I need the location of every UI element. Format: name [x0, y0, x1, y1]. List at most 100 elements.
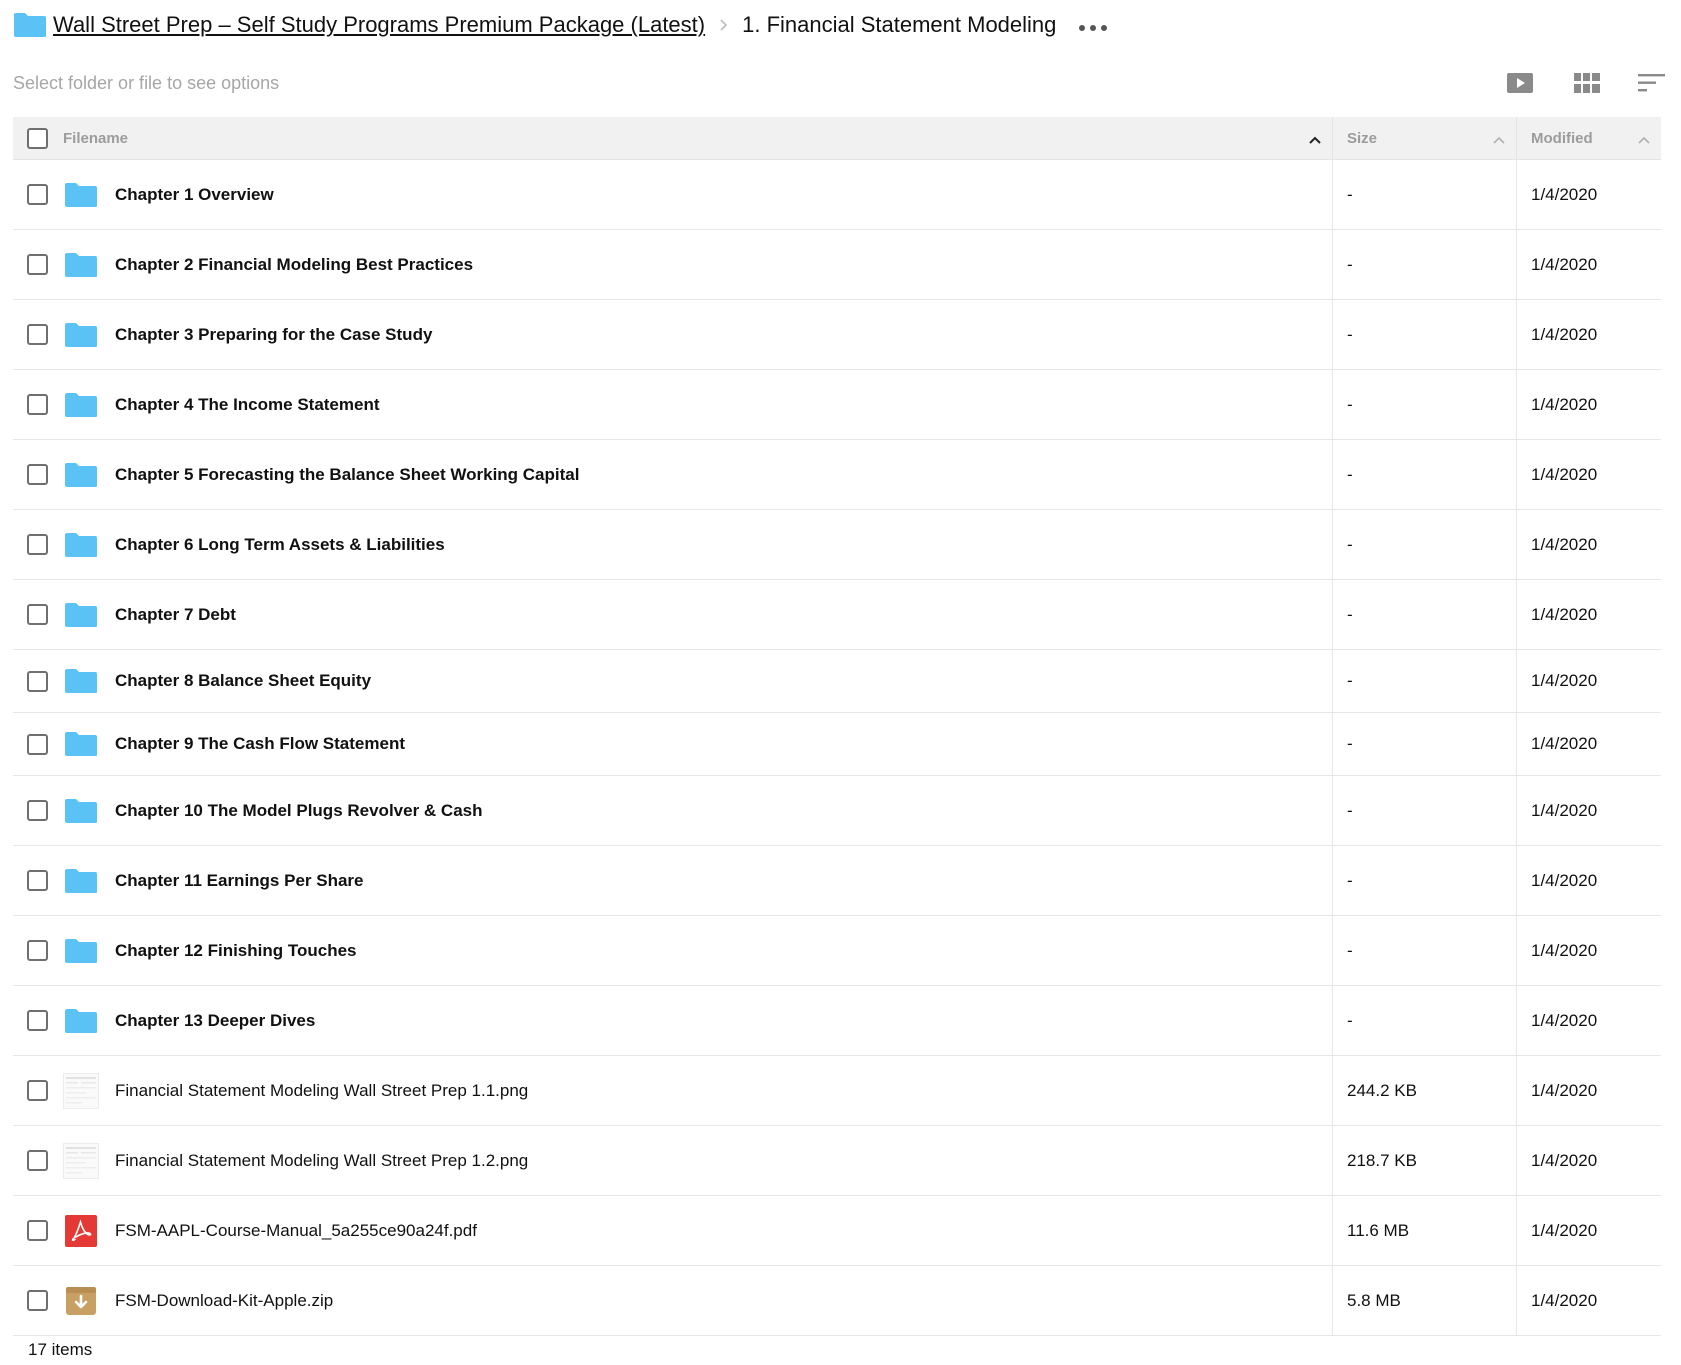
row-checkbox[interactable]	[26, 940, 48, 961]
filename-cell: FSM-Download-Kit-Apple.zip	[61, 1266, 1333, 1335]
sort-ascending-icon[interactable]	[1308, 132, 1322, 144]
file-name-link[interactable]: FSM-Download-Kit-Apple.zip	[115, 1291, 333, 1311]
table-row[interactable]: Chapter 13 Deeper Dives - 1/4/2020	[13, 986, 1661, 1056]
folder-name-link[interactable]: Chapter 1 Overview	[115, 185, 274, 205]
folder-name-link[interactable]: Chapter 9 The Cash Flow Statement	[115, 734, 405, 754]
filename-cell: Chapter 13 Deeper Dives	[61, 986, 1333, 1055]
row-checkbox[interactable]	[26, 870, 48, 891]
size-column-header[interactable]: Size	[1333, 117, 1517, 159]
table-row[interactable]: Chapter 7 Debt - 1/4/2020	[13, 580, 1661, 650]
table-row[interactable]: Chapter 1 Overview - 1/4/2020	[13, 160, 1661, 230]
sort-caret-icon[interactable]	[1637, 132, 1651, 144]
size-cell: -	[1333, 650, 1517, 712]
image-file-icon	[63, 1142, 99, 1179]
file-name-link[interactable]: Financial Statement Modeling Wall Street…	[115, 1151, 528, 1171]
folder-name-link[interactable]: Chapter 12 Finishing Touches	[115, 941, 357, 961]
table-row[interactable]: Chapter 2 Financial Modeling Best Practi…	[13, 230, 1661, 300]
row-select-cell	[13, 733, 61, 755]
size-value: -	[1347, 604, 1353, 624]
table-row[interactable]: Chapter 9 The Cash Flow Statement - 1/4/20…	[13, 713, 1661, 776]
breadcrumb-current: 1. Financial Statement Modeling	[742, 12, 1057, 37]
row-checkbox[interactable]	[26, 1150, 48, 1171]
size-cell: -	[1333, 846, 1517, 915]
table-row[interactable]: FSM-Download-Kit-Apple.zip 5.8 MB 1/4/2020	[13, 1266, 1661, 1336]
size-cell: -	[1333, 300, 1517, 369]
size-value: -	[1347, 800, 1353, 820]
file-name-link[interactable]: FSM-AAPL-Course-Manual_5a255ce90a24f.pdf	[115, 1221, 477, 1241]
table-row[interactable]: Chapter 5 Forecasting the Balance Sheet …	[13, 440, 1661, 510]
row-checkbox[interactable]	[26, 604, 48, 625]
filename-cell: Chapter 3 Preparing for the Case Study	[61, 300, 1333, 369]
row-checkbox[interactable]	[26, 254, 48, 275]
table-row[interactable]: Chapter 8 Balance Sheet Equity - 1/4/2020	[13, 650, 1661, 713]
modified-cell: 1/4/2020	[1517, 916, 1661, 985]
modified-value: 1/4/2020	[1531, 394, 1598, 414]
folder-name-link[interactable]: Chapter 8 Balance Sheet Equity	[115, 671, 371, 691]
select-all-checkbox[interactable]	[26, 127, 48, 149]
row-checkbox[interactable]	[26, 670, 48, 692]
modified-value: 1/4/2020	[1531, 254, 1598, 274]
row-checkbox[interactable]	[26, 1010, 48, 1031]
table-row[interactable]: Chapter 6 Long Term Assets & Liabilities…	[13, 510, 1661, 580]
size-value: -	[1347, 464, 1353, 484]
folder-name-link[interactable]: Chapter 13 Deeper Dives	[115, 1011, 315, 1031]
grid-view-icon[interactable]	[1574, 73, 1600, 93]
row-checkbox[interactable]	[26, 733, 48, 755]
sort-icon[interactable]	[1638, 73, 1666, 93]
filename-column-header[interactable]: Filename	[61, 117, 1333, 159]
table-row[interactable]: Financial Statement Modeling Wall Street…	[13, 1056, 1661, 1126]
image-file-icon	[63, 1072, 99, 1109]
size-value: -	[1347, 1010, 1353, 1030]
size-cell: -	[1333, 916, 1517, 985]
more-horizontal-icon[interactable]	[1078, 20, 1108, 31]
folder-icon	[63, 863, 99, 899]
row-checkbox[interactable]	[26, 464, 48, 485]
row-select-cell	[13, 464, 61, 485]
row-checkbox[interactable]	[26, 184, 48, 205]
folder-name-link[interactable]: Chapter 3 Preparing for the Case Study	[115, 325, 432, 345]
folder-icon	[63, 663, 99, 699]
table-row[interactable]: Chapter 3 Preparing for the Case Study - 1…	[13, 300, 1661, 370]
folder-icon	[63, 933, 99, 969]
row-checkbox[interactable]	[26, 800, 48, 821]
row-select-cell	[13, 534, 61, 555]
select-all-cell	[13, 127, 61, 149]
row-checkbox[interactable]	[26, 324, 48, 345]
row-checkbox[interactable]	[26, 1080, 48, 1101]
folder-name-link[interactable]: Chapter 10 The Model Plugs Revolver & Ca…	[115, 801, 482, 821]
table-row[interactable]: FSM-AAPL-Course-Manual_5a255ce90a24f.pdf…	[13, 1196, 1661, 1266]
modified-column-header[interactable]: Modified	[1517, 117, 1661, 159]
breadcrumb-root-link[interactable]: Wall Street Prep – Self Study Programs P…	[53, 12, 705, 38]
size-cell: -	[1333, 230, 1517, 299]
size-value: -	[1347, 324, 1353, 344]
folder-name-link[interactable]: Chapter 2 Financial Modeling Best Practi…	[115, 255, 473, 275]
row-select-cell	[13, 604, 61, 625]
folder-name-link[interactable]: Chapter 5 Forecasting the Balance Sheet …	[115, 465, 579, 485]
row-checkbox[interactable]	[26, 1220, 48, 1241]
filename-cell: Chapter 5 Forecasting the Balance Sheet …	[61, 440, 1333, 509]
folder-name-link[interactable]: Chapter 11 Earnings Per Share	[115, 871, 364, 891]
table-row[interactable]: Chapter 4 The Income Statement - 1/4/2020	[13, 370, 1661, 440]
folder-name-link[interactable]: Chapter 6 Long Term Assets & Liabilities	[115, 535, 445, 555]
table-row[interactable]: Chapter 12 Finishing Touches - 1/4/2020	[13, 916, 1661, 986]
play-icon[interactable]	[1506, 72, 1534, 94]
modified-value: 1/4/2020	[1531, 671, 1598, 690]
filename-cell: Chapter 8 Balance Sheet Equity	[61, 650, 1333, 712]
row-checkbox[interactable]	[26, 1290, 48, 1311]
table-row[interactable]: Financial Statement Modeling Wall Street…	[13, 1126, 1661, 1196]
row-select-cell	[13, 324, 61, 345]
row-checkbox[interactable]	[26, 534, 48, 555]
table-row[interactable]: Chapter 11 Earnings Per Share - 1/4/2020	[13, 846, 1661, 916]
size-cell: 11.6 MB	[1333, 1196, 1517, 1265]
folder-name-link[interactable]: Chapter 4 The Income Statement	[115, 395, 380, 415]
table-row[interactable]: Chapter 10 The Model Plugs Revolver & Ca…	[13, 776, 1661, 846]
filename-cell: Chapter 6 Long Term Assets & Liabilities	[61, 510, 1333, 579]
sort-caret-icon[interactable]	[1492, 132, 1506, 144]
row-checkbox[interactable]	[26, 394, 48, 415]
size-value: -	[1347, 870, 1353, 890]
modified-value: 1/4/2020	[1531, 870, 1598, 890]
file-name-link[interactable]: Financial Statement Modeling Wall Street…	[115, 1081, 528, 1101]
modified-cell: 1/4/2020	[1517, 713, 1661, 775]
folder-name-link[interactable]: Chapter 7 Debt	[115, 605, 236, 625]
modified-value: 1/4/2020	[1531, 184, 1598, 204]
